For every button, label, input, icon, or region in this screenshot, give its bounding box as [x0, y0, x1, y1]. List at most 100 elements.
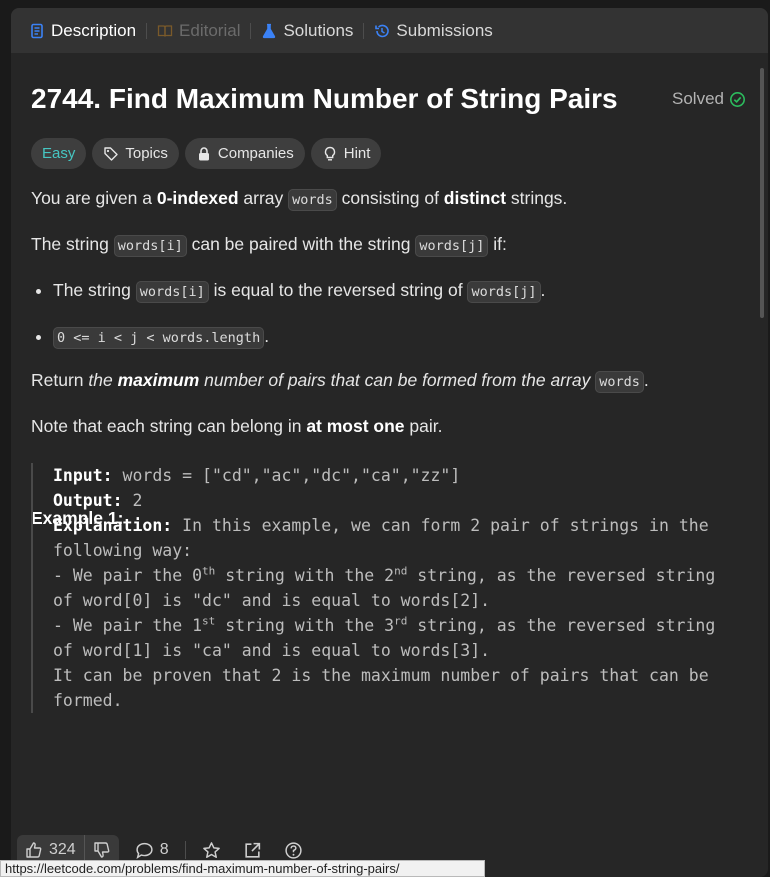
tab-label: Editorial: [179, 20, 241, 40]
text: Note that each string can belong in: [31, 416, 307, 436]
inline-code: 0 <= i < j < words.length: [53, 327, 265, 349]
topics-button[interactable]: Topics: [92, 138, 179, 169]
help-button[interactable]: [284, 841, 309, 860]
flask-icon: [263, 23, 276, 38]
inline-code: words: [595, 371, 644, 393]
tab-bar: Description Editorial Solutions Submissi…: [11, 8, 768, 53]
like-button[interactable]: 324: [17, 841, 84, 859]
tab-editorial[interactable]: Editorial: [157, 8, 240, 53]
explanation-label: Explanation:: [53, 516, 173, 535]
tag-icon: [104, 146, 119, 161]
description-paragraph: You are given a 0-indexed array words co…: [31, 185, 567, 213]
star-icon: [202, 841, 220, 858]
bold-italic-text: maximum: [117, 370, 200, 390]
question-circle-icon: [284, 841, 302, 859]
list-item: The string words[i] is equal to the reve…: [53, 277, 545, 303]
companies-button[interactable]: Companies: [184, 138, 305, 169]
tab-divider: [146, 22, 148, 39]
text: is equal to the reversed string of: [208, 280, 468, 300]
lightbulb-icon: [324, 146, 335, 161]
solved-status: Solved: [672, 89, 746, 109]
favorite-button[interactable]: [202, 841, 227, 860]
thumbs-up-icon: [26, 842, 42, 858]
problem-panel: Description Editorial Solutions Submissi…: [11, 8, 768, 877]
inline-code: words[j]: [415, 235, 489, 257]
text: The string: [31, 234, 114, 254]
problem-title: 2744. Find Maximum Number of String Pair…: [31, 83, 618, 114]
superscript: rd: [394, 614, 408, 628]
chip-label: Companies: [217, 145, 294, 162]
comments-button[interactable]: 8: [135, 841, 169, 860]
example-input: Input: words = ["cd","ac","dc","ca","zz"…: [53, 463, 731, 488]
text: .: [540, 280, 546, 300]
condition-list: The string words[i] is equal to the reve…: [31, 277, 545, 349]
chip-label: Easy: [42, 145, 76, 162]
text: .: [264, 326, 270, 346]
share-button[interactable]: [243, 841, 268, 860]
book-icon: [157, 24, 173, 37]
example-block: Input: words = ["cd","ac","dc","ca","zz"…: [31, 463, 731, 713]
chip-label: Hint: [343, 145, 371, 162]
inline-code: words: [288, 189, 337, 211]
text: array: [238, 188, 289, 208]
input-label: Input:: [53, 466, 113, 485]
list-item: 0 <= i < j < words.length.: [53, 323, 545, 349]
bold-text: distinct: [443, 188, 507, 208]
inline-code: words[i]: [113, 235, 187, 257]
bold-text: 0-indexed: [156, 188, 239, 208]
text: if:: [488, 234, 507, 254]
tab-submissions[interactable]: Submissions: [374, 8, 493, 53]
text: pair.: [404, 416, 443, 436]
chip-label: Topics: [125, 145, 168, 162]
tag-chips: Easy Topics Companies Hint: [31, 138, 382, 169]
output-label: Output:: [53, 491, 123, 510]
description-paragraph: The string words[i] can be paired with t…: [31, 231, 507, 259]
tab-label: Description: [51, 20, 137, 40]
text: can be paired with the string: [186, 234, 416, 254]
description-icon: [31, 23, 43, 38]
output-value: 2: [122, 491, 143, 510]
title-row: 2744. Find Maximum Number of String Pair…: [31, 83, 746, 115]
scrollbar-thumb[interactable]: [760, 68, 764, 318]
hint-button[interactable]: Hint: [310, 138, 382, 169]
example-output: Output: 2: [53, 488, 731, 513]
external-link-icon: [244, 842, 260, 858]
history-icon: [375, 24, 390, 37]
italic-text: the: [88, 370, 118, 390]
explanation-line: - We pair the 0th string with the 2nd st…: [53, 563, 731, 613]
input-value: words = ["cd","ac","dc","ca","zz"]: [112, 466, 461, 485]
tab-label: Submissions: [396, 20, 493, 40]
explanation-line: - We pair the 1st string with the 3rd st…: [53, 613, 731, 663]
description-paragraph: Return the maximum number of pairs that …: [31, 367, 649, 395]
text: .: [643, 370, 649, 390]
superscript: st: [202, 614, 216, 628]
text: Return: [31, 370, 89, 390]
superscript: nd: [394, 564, 408, 578]
tab-description[interactable]: Description: [29, 8, 136, 53]
text: string with the 3: [215, 616, 395, 635]
bold-text: at most one: [306, 416, 405, 436]
lock-icon: [198, 146, 209, 160]
browser-status-url: https://leetcode.com/problems/find-maxim…: [0, 860, 485, 877]
tab-divider: [250, 22, 252, 39]
footer-divider: [184, 841, 186, 859]
example-explanation: Explanation: In this example, we can for…: [53, 513, 731, 563]
description-paragraph: Note that each string can belong in at m…: [31, 413, 443, 439]
italic-text: number of pairs that can be formed from …: [199, 370, 596, 390]
tab-solutions[interactable]: Solutions: [261, 8, 353, 53]
text: - We pair the 1: [53, 616, 203, 635]
check-circle-icon: [730, 91, 745, 107]
solved-label: Solved: [672, 89, 724, 108]
text: You are given a: [31, 188, 157, 208]
tab-divider: [363, 22, 365, 39]
thumbs-down-icon: [94, 842, 110, 858]
text: string with the 2: [215, 566, 395, 585]
tab-label: Solutions: [283, 20, 354, 40]
explanation-conclusion: It can be proven that 2 is the maximum n…: [53, 666, 709, 710]
difficulty-badge: Easy: [31, 138, 87, 169]
superscript: th: [202, 564, 216, 578]
like-count: 324: [49, 841, 76, 858]
inline-code: words[j]: [467, 281, 541, 303]
inline-code: words[i]: [135, 281, 209, 303]
comment-icon: [136, 842, 153, 859]
